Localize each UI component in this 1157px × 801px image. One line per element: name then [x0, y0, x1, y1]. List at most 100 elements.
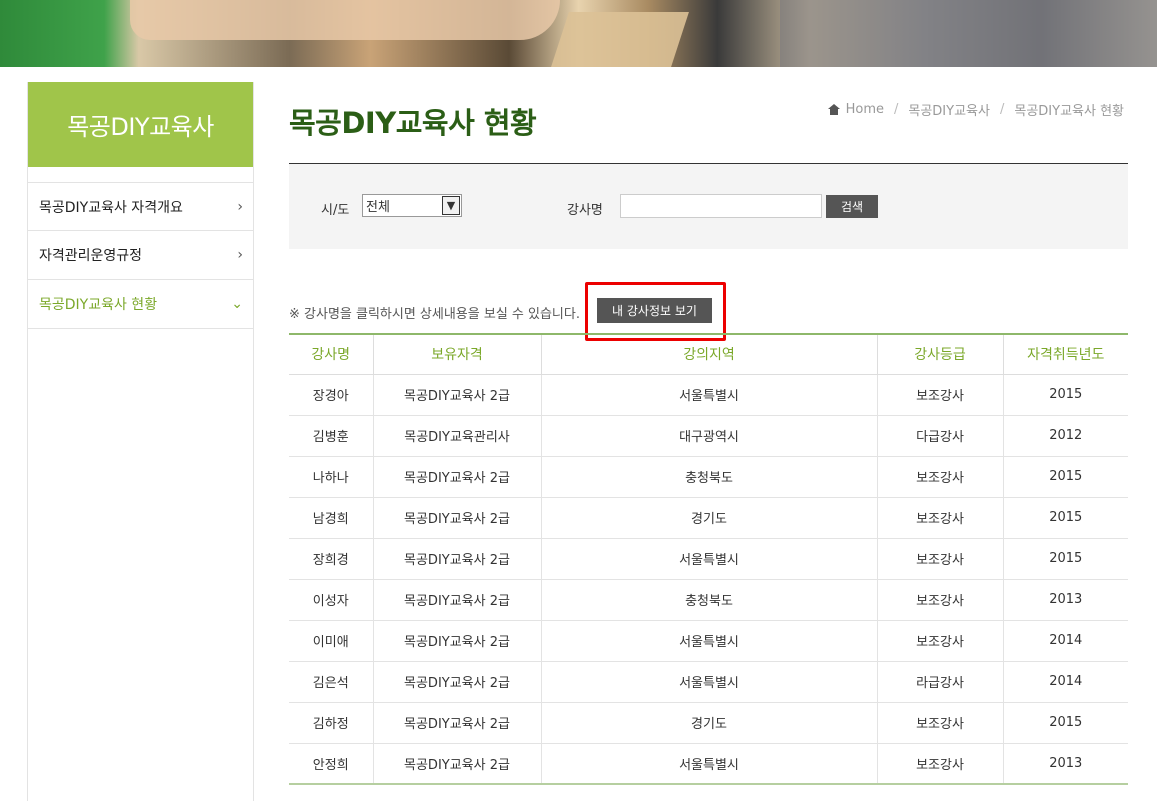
- grade-cell: 보조강사: [877, 374, 1004, 416]
- region-cell: 충청북도: [541, 456, 878, 498]
- table-header-row: 강사명 보유자격 강의지역 강사등급 자격취득년도: [289, 334, 1128, 375]
- sidebar-item-qualification-overview[interactable]: 목공DIY교육사 자격개요 ›: [28, 182, 253, 231]
- instructor-name-link[interactable]: 이성자: [289, 579, 374, 621]
- grade-cell: 다급강사: [877, 415, 1004, 457]
- qualification-cell: 목공DIY교육사 2급: [373, 497, 542, 539]
- my-instructor-info-button[interactable]: 내 강사정보 보기: [597, 298, 712, 323]
- qualification-cell: 목공DIY교육사 2급: [373, 702, 542, 744]
- region-select-value: 전체: [366, 200, 390, 215]
- region-cell: 서울특별시: [541, 374, 878, 416]
- year-cell: 2015: [1003, 374, 1128, 416]
- grade-cell: 라급강사: [877, 661, 1004, 703]
- table-row: 김하정 목공DIY교육사 2급 경기도 보조강사 2015: [289, 702, 1128, 744]
- sidebar-title: 목공DIY교육사: [28, 82, 253, 167]
- notice-text: ※ 강사명을 클릭하시면 상세내용을 보실 수 있습니다.: [289, 307, 580, 322]
- table-row: 장희경 목공DIY교육사 2급 서울특별시 보조강사 2015: [289, 538, 1128, 580]
- qualification-cell: 목공DIY교육사 2급: [373, 661, 542, 703]
- instructor-name-link[interactable]: 남경희: [289, 497, 374, 539]
- qualification-cell: 목공DIY교육사 2급: [373, 620, 542, 662]
- column-header-region: 강의지역: [541, 334, 878, 375]
- chevron-right-icon: ›: [237, 198, 243, 215]
- instructor-name-link[interactable]: 장경아: [289, 374, 374, 416]
- page-title: 목공DIY교육사 현황: [289, 106, 537, 140]
- instructor-table: 강사명 보유자격 강의지역 강사등급 자격취득년도 장경아 목공DIY교육사 2…: [289, 333, 1128, 785]
- column-header-name: 강사명: [289, 334, 374, 375]
- year-cell: 2015: [1003, 456, 1128, 498]
- grade-cell: 보조강사: [877, 579, 1004, 621]
- chevron-right-icon: ›: [237, 247, 243, 263]
- region-cell: 서울특별시: [541, 661, 878, 703]
- year-cell: 2013: [1003, 579, 1128, 621]
- sidebar-item-label: 자격관리운영규정: [39, 248, 143, 264]
- grade-cell: 보조강사: [877, 497, 1004, 539]
- year-cell: 2015: [1003, 702, 1128, 744]
- instructor-name-label: 강사명: [567, 203, 603, 218]
- region-select[interactable]: 전체 ▼: [362, 194, 462, 217]
- instructor-name-link[interactable]: 이미애: [289, 620, 374, 662]
- column-header-grade: 강사등급: [877, 334, 1004, 375]
- region-cell: 서울특별시: [541, 743, 878, 785]
- breadcrumb-section[interactable]: 목공DIY교육사: [908, 100, 990, 119]
- qualification-cell: 목공DIY교육사 2급: [373, 743, 542, 785]
- region-cell: 경기도: [541, 497, 878, 539]
- breadcrumb-home[interactable]: Home: [846, 102, 884, 117]
- year-cell: 2015: [1003, 538, 1128, 580]
- qualification-cell: 목공DIY교육사 2급: [373, 538, 542, 580]
- qualification-cell: 목공DIY교육사 2급: [373, 374, 542, 416]
- sidebar-item-regulations[interactable]: 자격관리운영규정 ›: [28, 231, 253, 280]
- sidebar-item-label: 목공DIY교육사 자격개요: [39, 199, 183, 216]
- breadcrumb: Home / 목공DIY교육사 / 목공DIY교육사 현황: [827, 100, 1124, 119]
- instructor-name-link[interactable]: 김병훈: [289, 415, 374, 457]
- region-label: 시/도: [321, 203, 350, 218]
- grade-cell: 보조강사: [877, 456, 1004, 498]
- grade-cell: 보조강사: [877, 538, 1004, 580]
- chevron-down-icon: ⌄: [231, 296, 243, 312]
- qualification-cell: 목공DIY교육관리사: [373, 415, 542, 457]
- search-panel: 시/도 전체 ▼ 강사명 검색: [289, 164, 1128, 249]
- qualification-cell: 목공DIY교육사 2급: [373, 579, 542, 621]
- breadcrumb-separator: /: [999, 102, 1005, 117]
- table-row: 안정희 목공DIY교육사 2급 서울특별시 보조강사 2013: [289, 743, 1128, 785]
- sidebar-item-status[interactable]: 목공DIY교육사 현황 ⌄: [28, 280, 253, 329]
- instructor-name-input[interactable]: [620, 194, 822, 218]
- column-header-qualification: 보유자격: [373, 334, 542, 375]
- region-cell: 서울특별시: [541, 538, 878, 580]
- table-row: 나하나 목공DIY교육사 2급 충청북도 보조강사 2015: [289, 456, 1128, 498]
- hero-hand-shape: [130, 0, 560, 40]
- search-button[interactable]: 검색: [826, 195, 878, 218]
- hero-person-shape: [780, 0, 1157, 67]
- instructor-name-link[interactable]: 김하정: [289, 702, 374, 744]
- instructor-name-link[interactable]: 안정희: [289, 743, 374, 785]
- table-row: 장경아 목공DIY교육사 2급 서울특별시 보조강사 2015: [289, 374, 1128, 416]
- sidebar-item-label: 목공DIY교육사 현황: [39, 297, 158, 313]
- region-cell: 충청북도: [541, 579, 878, 621]
- hero-wood-block: [551, 12, 689, 67]
- chevron-down-icon[interactable]: ▼: [442, 196, 460, 215]
- instructor-name-link[interactable]: 나하나: [289, 456, 374, 498]
- year-cell: 2012: [1003, 415, 1128, 457]
- table-row: 이성자 목공DIY교육사 2급 충청북도 보조강사 2013: [289, 579, 1128, 621]
- region-cell: 경기도: [541, 702, 878, 744]
- instructor-name-link[interactable]: 장희경: [289, 538, 374, 580]
- region-cell: 대구광역시: [541, 415, 878, 457]
- table-row: 이미애 목공DIY교육사 2급 서울특별시 보조강사 2014: [289, 620, 1128, 662]
- table-row: 남경희 목공DIY교육사 2급 경기도 보조강사 2015: [289, 497, 1128, 539]
- home-icon: [827, 104, 840, 115]
- hero-banner-image: [0, 0, 1157, 67]
- column-header-year: 자격취득년도: [1003, 334, 1128, 375]
- breadcrumb-separator: /: [893, 102, 899, 117]
- sidebar: 목공DIY교육사 목공DIY교육사 자격개요 › 자격관리운영규정 › 목공DI…: [27, 82, 254, 801]
- year-cell: 2014: [1003, 661, 1128, 703]
- sidebar-nav: 목공DIY교육사 자격개요 › 자격관리운영규정 › 목공DIY교육사 현황 ⌄: [28, 182, 253, 329]
- region-cell: 서울특별시: [541, 620, 878, 662]
- table-row: 김은석 목공DIY교육사 2급 서울특별시 라급강사 2014: [289, 661, 1128, 703]
- year-cell: 2015: [1003, 497, 1128, 539]
- year-cell: 2014: [1003, 620, 1128, 662]
- grade-cell: 보조강사: [877, 620, 1004, 662]
- year-cell: 2013: [1003, 743, 1128, 785]
- grade-cell: 보조강사: [877, 702, 1004, 744]
- qualification-cell: 목공DIY교육사 2급: [373, 456, 542, 498]
- instructor-name-link[interactable]: 김은석: [289, 661, 374, 703]
- table-row: 김병훈 목공DIY교육관리사 대구광역시 다급강사 2012: [289, 415, 1128, 457]
- breadcrumb-current: 목공DIY교육사 현황: [1014, 104, 1124, 119]
